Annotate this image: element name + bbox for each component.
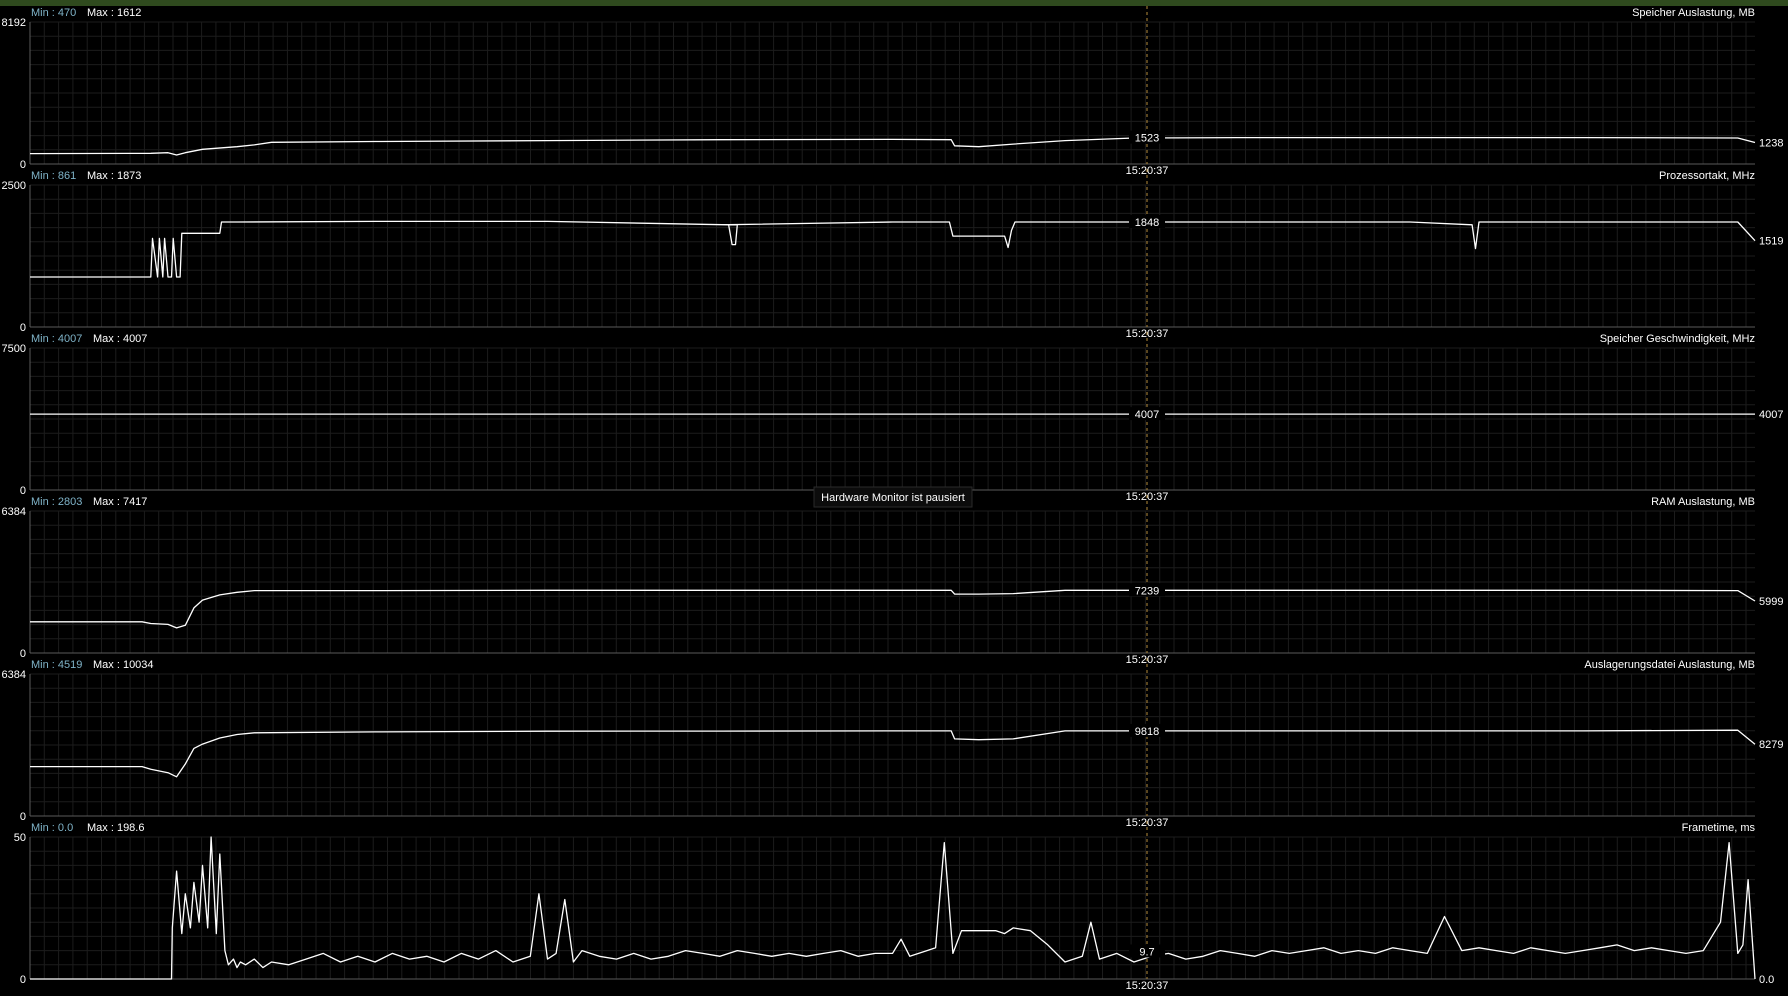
y-tick-min: 0 — [20, 485, 26, 497]
paused-tooltip-text: Hardware Monitor ist pausiert — [821, 492, 965, 504]
end-value-label: 5999 — [1759, 596, 1783, 608]
y-tick-min: 0 — [20, 974, 26, 986]
max-label: Max : 4007 — [93, 333, 147, 345]
y-tick-max: 2500 — [2, 180, 26, 192]
chart-title: Speicher Auslastung, MB — [1632, 7, 1755, 19]
min-label: Min : 470 — [31, 7, 76, 19]
max-label: Max : 198.6 — [87, 822, 144, 834]
y-tick-max: 50 — [14, 832, 26, 844]
max-label: Max : 1873 — [87, 170, 141, 182]
y-tick-min: 0 — [20, 648, 26, 660]
y-tick-min: 0 — [20, 811, 26, 823]
y-tick-max: 6384 — [2, 669, 26, 681]
cursor-value-label: 9.7 — [1139, 946, 1154, 958]
end-value-label: 0.0 — [1759, 974, 1774, 986]
end-value-label: 1238 — [1759, 138, 1783, 150]
min-label: Min : 4519 — [31, 659, 82, 671]
cursor-value-label: 9818 — [1135, 726, 1159, 738]
cursor-value-label: 1848 — [1135, 217, 1159, 229]
max-label: Max : 1612 — [87, 7, 141, 19]
end-value-label: 1519 — [1759, 236, 1783, 248]
y-tick-max: 8192 — [2, 17, 26, 29]
cursor-time-label: 15:20:37 — [1126, 980, 1169, 991]
min-label: Min : 861 — [31, 170, 76, 182]
min-label: Min : 2803 — [31, 496, 82, 508]
end-value-label: 4007 — [1759, 409, 1783, 421]
series-line-0 — [29, 136, 1756, 156]
chart-title: Speicher Geschwindigkeit, MHz — [1600, 333, 1755, 345]
y-tick-min: 0 — [20, 322, 26, 334]
max-label: Max : 10034 — [93, 659, 154, 671]
chart-title: Prozessortakt, MHz — [1659, 170, 1755, 182]
cursor-value-label: 4007 — [1135, 409, 1159, 421]
max-label: Max : 7417 — [93, 496, 147, 508]
window-top-bar — [0, 0, 1788, 6]
chart-title: RAM Auslastung, MB — [1651, 496, 1755, 508]
y-tick-max: 7500 — [2, 343, 26, 355]
min-label: Min : 0.0 — [31, 822, 73, 834]
monitor-graphs: Min : 470 Max : 1612 Speicher Auslastung, … — [2, 6, 1783, 992]
chart-title: Auslagerungsdatei Auslastung, MB — [1584, 659, 1755, 671]
min-label: Min : 4007 — [31, 333, 82, 345]
series-line-0 — [30, 729, 1756, 778]
y-tick-min: 0 — [20, 159, 26, 171]
series-line-0 — [30, 220, 1756, 278]
cursor-value-label: 7239 — [1135, 585, 1159, 597]
y-tick-max: 6384 — [2, 506, 26, 518]
chart-title: Frametime, ms — [1682, 822, 1756, 834]
hardware-monitor-window: Min : 470 Max : 1612 Speicher Auslastung, … — [0, 0, 1788, 992]
end-value-label: 8279 — [1759, 739, 1783, 751]
cursor-value-label: 1523 — [1135, 133, 1159, 145]
